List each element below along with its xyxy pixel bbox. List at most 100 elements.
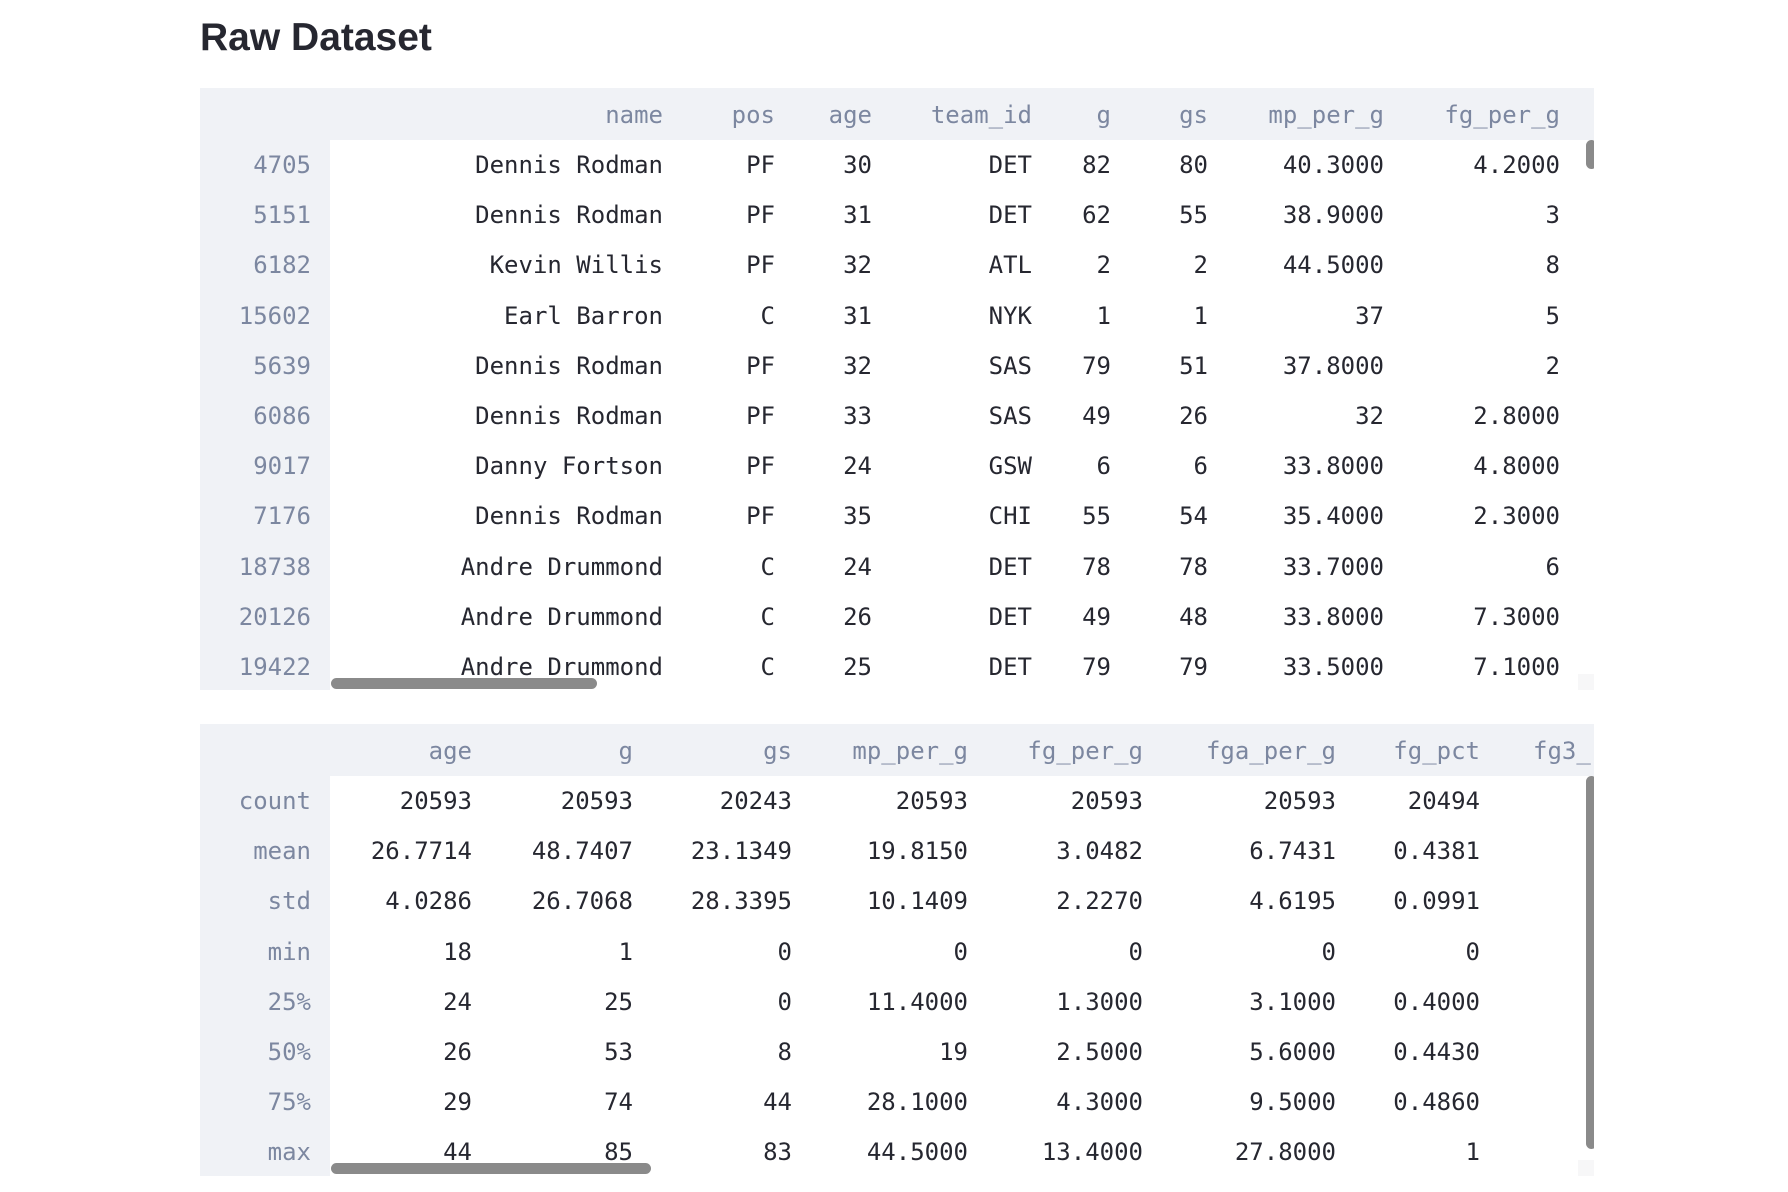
row-index: std	[267, 887, 311, 916]
table-cell: PF	[746, 502, 775, 531]
table-cell: 24	[443, 987, 472, 1016]
table-cell: PF	[746, 452, 775, 481]
table-cell: PF	[746, 402, 775, 430]
table-cell: Dennis Rodman	[475, 151, 663, 179]
column-header-name: name	[605, 101, 663, 129]
table-cell: GSW	[988, 452, 1032, 481]
table-cell: 4.8000	[1473, 452, 1560, 481]
table-cell: 6.7431	[1249, 837, 1336, 866]
vertical-scrollbar[interactable]	[1586, 776, 1594, 1149]
table-cell: 5.6000	[1249, 1038, 1336, 1066]
table-cell: PF	[746, 351, 775, 380]
table-cell: 33.5000	[1282, 653, 1384, 681]
table-cell: 2	[1096, 251, 1111, 280]
table-cell: 4.0286	[385, 887, 472, 916]
table-cell: 10.1409	[866, 887, 968, 916]
table-cell: 54	[1179, 502, 1208, 531]
vertical-scrollbar[interactable]	[1586, 140, 1594, 169]
table-cell: Dennis Rodman	[475, 502, 663, 531]
table-cell: Danny Fortson	[475, 452, 663, 481]
row-index: min	[267, 937, 311, 966]
table-cell: 18	[443, 937, 472, 966]
table-cell: 48	[1179, 602, 1208, 631]
table-cell: 26.7068	[531, 887, 633, 916]
table-cell: 82	[1082, 151, 1111, 179]
column-header-age: age	[428, 737, 472, 765]
summary-stats-table[interactable]: age g gs mp_per_g fg_per_g fga_per_g fg_pct fg3…	[200, 724, 1594, 1176]
table-cell: 0.4860	[1393, 1088, 1480, 1117]
table-cell: 24	[843, 452, 872, 481]
table-cell: 1	[618, 937, 633, 966]
table-cell: 32	[843, 351, 872, 380]
row-index: 6086	[253, 402, 311, 430]
table-cell: 44.5000	[1282, 251, 1384, 280]
column-header-gs: gs	[763, 737, 792, 765]
table-cell: 37	[1355, 301, 1384, 330]
table-cell: CHI	[988, 502, 1032, 531]
table-cell: 1	[1465, 1138, 1480, 1167]
table-cell: 20593	[1263, 787, 1336, 815]
table-cell: 25	[843, 653, 872, 681]
table-cell: 55	[1179, 201, 1208, 230]
table-cell: 48.7407	[531, 837, 633, 866]
table-cell: 2.8000	[1473, 402, 1560, 430]
table-cell: 1	[1193, 301, 1208, 330]
table-cell: 4.2000	[1473, 151, 1560, 179]
table-cell: 2	[1193, 251, 1208, 280]
column-header-fg_per_g: fg_per_g	[1444, 101, 1560, 129]
row-index: 9017	[253, 452, 311, 481]
table-cell: Dennis Rodman	[475, 201, 663, 230]
table-cell: PF	[746, 251, 775, 280]
table-cell: 6	[1193, 452, 1208, 481]
row-index: 5639	[253, 351, 311, 380]
column-header-g: g	[618, 737, 633, 765]
table-cell: C	[760, 552, 775, 581]
table-cell: 78	[1082, 552, 1111, 581]
table-cell: 2.3000	[1473, 502, 1560, 531]
raw-dataset-table[interactable]: name pos age team_id g gs mp_per_g fg_per_g 4705…	[200, 88, 1594, 690]
row-index: 4705	[253, 151, 311, 179]
table-cell: 25	[604, 987, 633, 1016]
column-header-mp_per_g: mp_per_g	[852, 737, 968, 765]
table-cell: 35.4000	[1282, 502, 1384, 531]
row-index: mean	[253, 837, 311, 866]
table-cell: 35	[843, 502, 872, 531]
table-cell: 40.3000	[1282, 151, 1384, 179]
row-index: 19422	[238, 653, 311, 681]
row-index: 7176	[253, 502, 311, 531]
table-cell: 0.0991	[1393, 887, 1480, 916]
table-cell: 0	[777, 937, 792, 966]
table-cell: 38.9000	[1282, 201, 1384, 230]
table-cell: 26	[1179, 402, 1208, 430]
table-cell: 26	[843, 602, 872, 631]
table-cell: 0.4430	[1393, 1038, 1480, 1066]
table-cell: 3.0482	[1056, 837, 1143, 866]
column-header-fg_per_g: fg_per_g	[1027, 737, 1143, 765]
table-cell: 4.6195	[1249, 887, 1336, 916]
table-cell: 0.4381	[1393, 837, 1480, 866]
scroll-corner	[1578, 1160, 1594, 1176]
table-cell: 0	[953, 937, 968, 966]
table-cell: 83	[763, 1138, 792, 1167]
row-index: 18738	[238, 552, 311, 581]
horizontal-scrollbar[interactable]	[331, 678, 597, 689]
table-cell: 3	[1545, 201, 1560, 230]
table-cell: 20593	[895, 787, 968, 815]
horizontal-scrollbar[interactable]	[331, 1163, 651, 1174]
table-cell: 55	[1082, 502, 1111, 531]
table-cell: 79	[1082, 653, 1111, 681]
table-cell: 33	[843, 402, 872, 430]
table-cell: C	[760, 301, 775, 330]
table-cell: 19.8150	[866, 837, 968, 866]
table-cell: 74	[604, 1088, 633, 1117]
table-cell: 29	[443, 1088, 472, 1117]
table-cell: 37.8000	[1282, 351, 1384, 380]
row-index: 50%	[267, 1038, 311, 1066]
table-cell: Kevin Willis	[489, 251, 663, 280]
column-header-pos: pos	[731, 101, 775, 129]
table-cell: 79	[1179, 653, 1208, 681]
table-cell: 5	[1545, 301, 1560, 330]
table-cell: 20593	[399, 787, 472, 815]
page-title: Raw Dataset	[200, 16, 432, 59]
row-index: 15602	[238, 301, 311, 330]
